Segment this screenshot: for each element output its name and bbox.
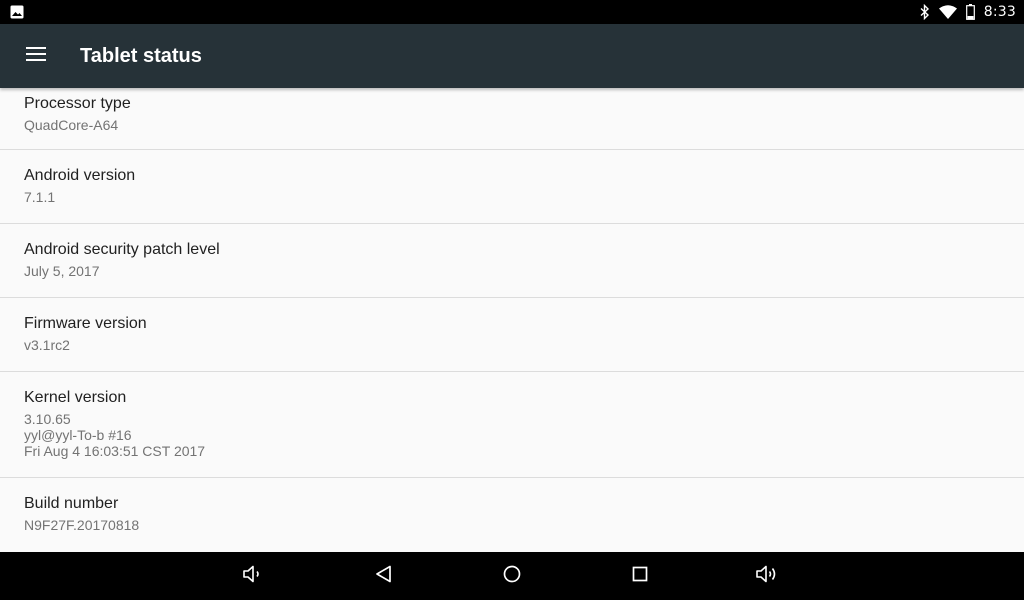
list-item-android-version[interactable]: Android version 7.1.1 [0,150,1024,224]
app-bar: Tablet status [0,24,1024,88]
item-title: Build number [24,495,119,512]
list-item-build-number[interactable]: Build number N9F27F.20170818 [0,478,1024,552]
menu-button[interactable] [16,36,56,76]
item-summary: N9F27F.20170818 [24,517,140,533]
list-item-security-patch[interactable]: Android security patch level July 5, 201… [0,224,1024,298]
item-title: Firmware version [24,315,147,332]
volume-down-icon [241,562,265,591]
back-button[interactable] [372,564,396,588]
item-title: Kernel version [24,389,127,406]
clock: 8:33 [983,4,1016,20]
item-summary: QuadCore-A64 [24,117,119,133]
image-notification-icon [10,5,24,19]
status-bar: 8:33 [0,0,1024,24]
volume-up-button[interactable] [754,564,782,588]
item-summary: July 5, 2017 [24,263,100,279]
page-title: Tablet status [80,45,202,67]
status-list[interactable]: Processor type QuadCore-A64 Android vers… [0,88,1024,552]
volume-down-button[interactable] [241,564,265,588]
battery-icon [965,4,975,20]
item-summary: 3.10.65 yyl@yyl-To-b #16 Fri Aug 4 16:03… [24,411,206,459]
recents-icon [628,562,652,591]
item-summary: v3.1rc2 [24,337,70,353]
status-icons: 8:33 [920,0,1016,24]
volume-up-icon [754,562,782,591]
wifi-icon [938,5,957,19]
item-title: Processor type [24,95,131,112]
back-icon [372,562,396,591]
bluetooth-icon [920,4,930,20]
list-item-kernel-version[interactable]: Kernel version 3.10.65 yyl@yyl-To-b #16 … [0,372,1024,478]
navigation-bar [0,552,1024,600]
list-item-firmware-version[interactable]: Firmware version v3.1rc2 [0,298,1024,372]
item-title: Android security patch level [24,241,220,258]
item-title: Android version [24,167,136,184]
home-button[interactable] [500,564,524,588]
recents-button[interactable] [628,564,652,588]
item-summary: 7.1.1 [24,189,56,205]
list-item-processor-type[interactable]: Processor type QuadCore-A64 [0,88,1024,150]
menu-icon [26,46,46,66]
home-icon [500,562,524,591]
